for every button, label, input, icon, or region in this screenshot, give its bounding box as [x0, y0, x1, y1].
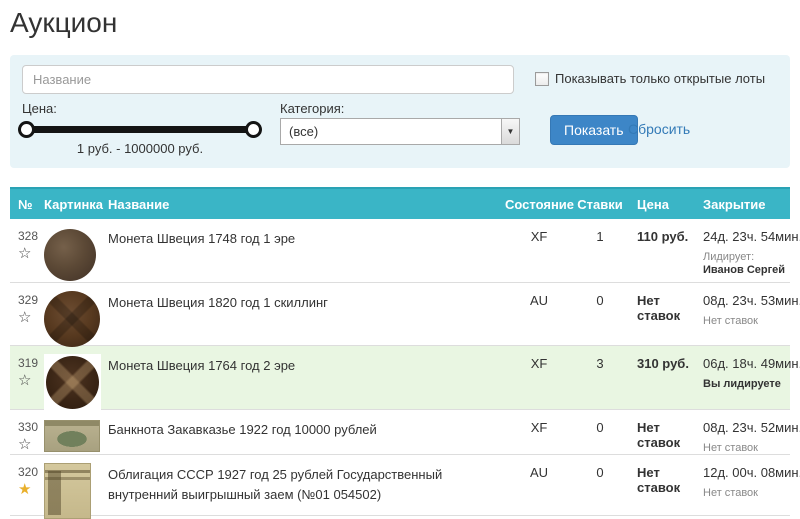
table-row[interactable]: 320 ★ Облигация СССР 1927 год 25 рублей …	[10, 455, 790, 516]
closing-time: 24д. 23ч. 54мин.	[703, 229, 790, 244]
table-header-row: № Картинка Название Состояние Ставки Цен…	[10, 187, 790, 219]
lot-title[interactable]: Банкнота Закавказье 1922 год 10000 рубле…	[108, 420, 493, 440]
category-label: Категория:	[280, 101, 344, 116]
reset-link[interactable]: Сбросить	[628, 121, 690, 137]
lot-title[interactable]: Монета Швеция 1764 год 2 эре	[108, 356, 493, 376]
lot-bids: 1	[573, 219, 627, 282]
lot-condition: XF	[505, 346, 573, 409]
lot-number: 319	[18, 356, 40, 370]
lot-price: Нет ставок	[627, 283, 703, 345]
closing-note: Лидирует:	[703, 251, 790, 263]
lot-bids: 0	[573, 455, 627, 515]
lots-table: № Картинка Название Состояние Ставки Цен…	[10, 187, 790, 516]
lot-price: Нет ставок	[627, 455, 703, 515]
favorite-star-icon[interactable]: ☆	[18, 246, 34, 261]
lot-title[interactable]: Монета Швеция 1748 год 1 эре	[108, 229, 493, 249]
table-body: 328 ☆ Монета Швеция 1748 год 1 эре XF 1 …	[10, 219, 790, 516]
closing-leader: Иванов Сергей	[703, 264, 790, 276]
closing-note: Нет ставок	[703, 315, 790, 327]
price-slider-max-handle[interactable]	[245, 121, 262, 138]
lot-condition: XF	[505, 219, 573, 282]
closing-time: 08д. 23ч. 52мин.	[703, 420, 790, 435]
chevron-down-icon: ▼	[501, 119, 519, 144]
lot-image[interactable]	[44, 420, 100, 452]
filter-panel: Показывать только открытые лоты Цена: 1 …	[10, 55, 790, 168]
price-range-text: 1 руб. - 1000000 руб.	[22, 141, 258, 156]
open-lots-checkbox[interactable]	[535, 72, 549, 86]
page-title: Аукцион	[10, 7, 800, 39]
lot-bids: 0	[573, 283, 627, 345]
lot-number: 320	[18, 465, 40, 479]
lot-image[interactable]	[44, 229, 96, 281]
closing-note: Нет ставок	[703, 487, 790, 499]
header-number: №	[10, 197, 40, 212]
lot-condition: XF	[505, 410, 573, 454]
price-label: Цена:	[22, 101, 57, 116]
closing-time: 08д. 23ч. 53мин.	[703, 293, 790, 308]
open-lots-checkbox-group[interactable]: Показывать только открытые лоты	[535, 71, 765, 86]
search-input[interactable]	[22, 65, 514, 94]
header-title: Название	[105, 197, 505, 212]
table-row[interactable]: 319 ☆ Монета Швеция 1764 год 2 эре XF 3 …	[10, 346, 790, 410]
favorite-star-icon[interactable]: ★	[18, 482, 34, 497]
lot-number: 328	[18, 229, 40, 243]
lot-price: 310 руб.	[627, 346, 703, 409]
lot-price: Нет ставок	[627, 410, 703, 454]
category-selected-value: (все)	[289, 124, 318, 139]
lot-bids: 0	[573, 410, 627, 454]
closing-time: 06д. 18ч. 49мин.	[703, 356, 790, 371]
header-price: Цена	[627, 197, 703, 212]
lot-title[interactable]: Монета Швеция 1820 год 1 скиллинг	[108, 293, 493, 313]
price-slider[interactable]	[26, 126, 254, 133]
category-select[interactable]: (все) ▼	[280, 118, 520, 145]
header-image: Картинка	[40, 197, 105, 212]
table-row[interactable]: 329 ☆ Монета Швеция 1820 год 1 скиллинг …	[10, 283, 790, 346]
price-slider-min-handle[interactable]	[18, 121, 35, 138]
lot-title[interactable]: Облигация СССР 1927 год 25 рублей Госуда…	[108, 465, 493, 504]
lot-image[interactable]	[44, 463, 91, 519]
lot-image[interactable]	[44, 291, 100, 347]
closing-time: 12д. 00ч. 08мин.	[703, 465, 790, 480]
header-condition: Состояние	[505, 197, 573, 212]
lot-image[interactable]	[44, 354, 101, 411]
header-closing: Закрытие	[703, 197, 790, 212]
closing-note: Нет ставок	[703, 442, 790, 454]
lot-price: 110 руб.	[627, 219, 703, 282]
lot-number: 329	[18, 293, 40, 307]
lot-bids: 3	[573, 346, 627, 409]
header-bids: Ставки	[573, 197, 627, 212]
favorite-star-icon[interactable]: ☆	[18, 437, 34, 452]
show-button[interactable]: Показать	[550, 115, 638, 145]
lot-condition: AU	[505, 455, 573, 515]
lot-condition: AU	[505, 283, 573, 345]
favorite-star-icon[interactable]: ☆	[18, 373, 34, 388]
favorite-star-icon[interactable]: ☆	[18, 310, 34, 325]
table-row[interactable]: 330 ☆ Банкнота Закавказье 1922 год 10000…	[10, 410, 790, 455]
closing-leader: Вы лидируете	[703, 378, 790, 390]
table-row[interactable]: 328 ☆ Монета Швеция 1748 год 1 эре XF 1 …	[10, 219, 790, 283]
open-lots-label: Показывать только открытые лоты	[555, 71, 765, 86]
lot-number: 330	[18, 420, 40, 434]
